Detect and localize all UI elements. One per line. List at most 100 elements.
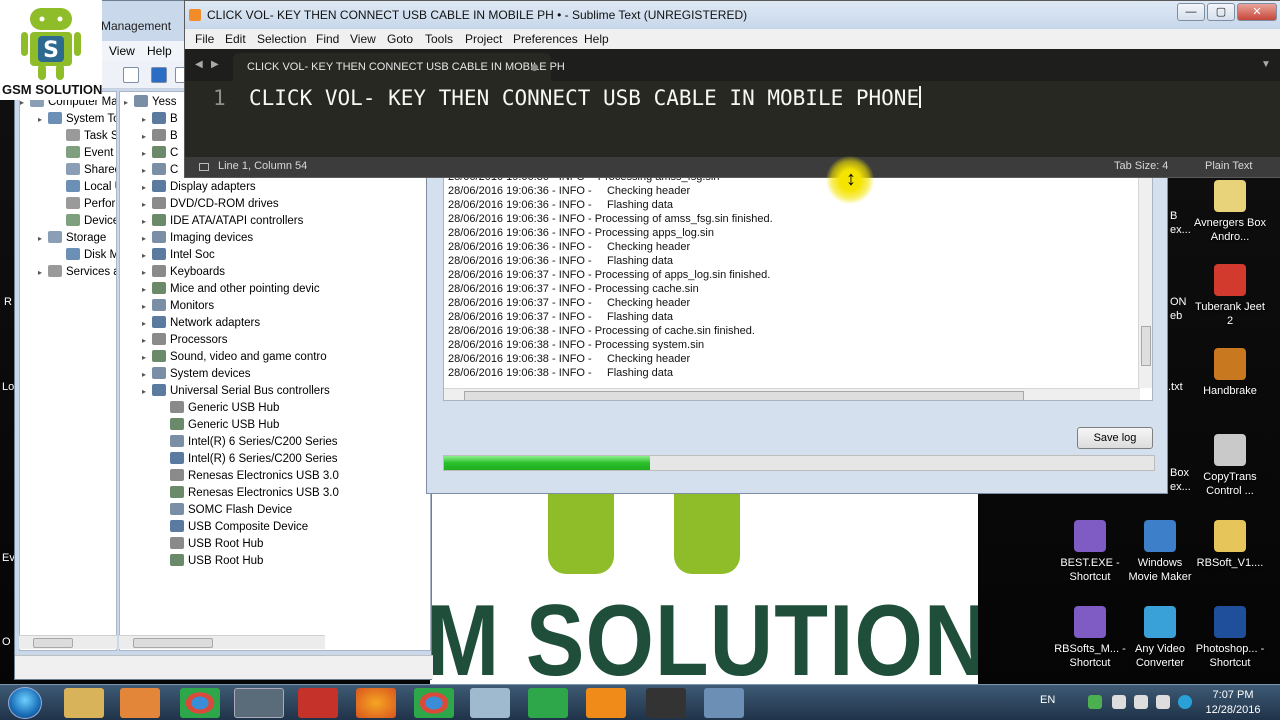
- tree-item[interactable]: ▸ Sound, video and game contro: [142, 349, 327, 366]
- tree-item[interactable]: USB Composite Device: [160, 519, 308, 536]
- tree-item[interactable]: ▸ DVD/CD-ROM drives: [142, 196, 279, 213]
- remote-icon[interactable]: [704, 688, 744, 718]
- menu-tools[interactable]: Tools: [425, 32, 453, 46]
- tree-item[interactable]: Task S: [56, 128, 116, 145]
- tree-item[interactable]: ▸ Keyboards: [142, 264, 225, 281]
- tree-item[interactable]: Intel(R) 6 Series/C200 Series: [160, 434, 338, 451]
- tray-app-icon[interactable]: [1178, 695, 1192, 709]
- expand-arrow-icon[interactable]: ▸: [38, 230, 48, 247]
- tree-item[interactable]: ▸ Yess: [124, 94, 177, 111]
- save-log-button[interactable]: Save log: [1077, 427, 1153, 449]
- tree-item[interactable]: Perfor: [56, 196, 115, 213]
- tab-size[interactable]: Tab Size: 4: [1114, 160, 1168, 172]
- expand-arrow-icon[interactable]: ▸: [124, 94, 134, 111]
- expand-arrow-icon[interactable]: ▸: [142, 230, 152, 247]
- menu-file[interactable]: File: [195, 32, 214, 46]
- tree-item[interactable]: ▸ C: [142, 162, 178, 179]
- tab-nav-right-icon[interactable]: ▶: [211, 59, 219, 70]
- expand-arrow-icon[interactable]: ▸: [142, 128, 152, 145]
- minimize-button[interactable]: —: [1177, 3, 1205, 21]
- explorer-icon[interactable]: [64, 688, 104, 718]
- desktop-icon-rbsoft[interactable]: RBSoft_V1....: [1194, 520, 1266, 570]
- list-icon[interactable]: [123, 67, 139, 83]
- tree-item[interactable]: ▸ B: [142, 128, 178, 145]
- editor-tab[interactable]: CLICK VOL- KEY THEN CONNECT USB CABLE IN…: [233, 53, 565, 81]
- expand-arrow-icon[interactable]: ▸: [142, 162, 152, 179]
- media-player-icon[interactable]: [120, 688, 160, 718]
- tree-item[interactable]: Event V: [56, 145, 116, 162]
- menu-view[interactable]: View: [109, 44, 135, 58]
- log-list[interactable]: 28/06/2016 19:06:36 - INFO - Processing …: [443, 175, 1153, 401]
- expand-arrow-icon[interactable]: ▸: [142, 298, 152, 315]
- tree-item[interactable]: ▸ Storage: [38, 230, 106, 247]
- expand-arrow-icon[interactable]: ▸: [142, 145, 152, 162]
- tree-item[interactable]: SOMC Flash Device: [160, 502, 292, 519]
- menu-view[interactable]: View: [350, 32, 376, 46]
- help-icon[interactable]: [151, 67, 167, 83]
- menu-help[interactable]: Help: [584, 32, 609, 46]
- battery-icon[interactable]: [1112, 695, 1126, 709]
- left-hscroll[interactable]: [19, 635, 117, 649]
- menu-goto[interactable]: Goto: [387, 32, 413, 46]
- expand-arrow-icon[interactable]: ▸: [142, 332, 152, 349]
- vlc-icon[interactable]: [586, 688, 626, 718]
- tab-nav-left-icon[interactable]: ◀: [195, 59, 203, 70]
- syntax-mode[interactable]: Plain Text: [1205, 160, 1253, 172]
- tree-item[interactable]: ▸ Processors: [142, 332, 228, 349]
- log-hscroll[interactable]: [444, 388, 1140, 400]
- expand-arrow-icon[interactable]: ▸: [142, 179, 152, 196]
- desktop-icon-avnergers[interactable]: Avnergers Box Andro...: [1194, 180, 1266, 244]
- tree-item[interactable]: ▸ Monitors: [142, 298, 214, 315]
- expand-arrow-icon[interactable]: ▸: [38, 264, 48, 281]
- menu-selection[interactable]: Selection: [257, 32, 306, 46]
- tree-item[interactable]: Renesas Electronics USB 3.0: [160, 485, 339, 502]
- chrome-icon[interactable]: [180, 688, 220, 718]
- tree-item[interactable]: Renesas Electronics USB 3.0: [160, 468, 339, 485]
- menu-project[interactable]: Project: [465, 32, 502, 46]
- maximize-button[interactable]: ▢: [1207, 3, 1235, 21]
- expand-arrow-icon[interactable]: ▸: [142, 315, 152, 332]
- tree-item[interactable]: USB Root Hub: [160, 553, 263, 570]
- firefox-icon[interactable]: [356, 688, 396, 718]
- flash-tool-icon[interactable]: [646, 688, 686, 718]
- tree-item[interactable]: ▸ Mice and other pointing devic: [142, 281, 320, 298]
- tree-item[interactable]: ▸ System devices: [142, 366, 251, 383]
- desktop-icon-movie-maker[interactable]: Windows Movie Maker: [1124, 520, 1196, 584]
- tree-item[interactable]: Disk M: [56, 247, 116, 264]
- tree-item[interactable]: ▸ Intel Soc: [142, 247, 215, 264]
- volume-icon[interactable]: [1156, 695, 1170, 709]
- tree-item[interactable]: USB Root Hub: [160, 536, 263, 553]
- expand-arrow-icon[interactable]: ▸: [142, 196, 152, 213]
- desktop-icon-any-video[interactable]: Any Video Converter: [1124, 606, 1196, 670]
- tab-dropdown-icon[interactable]: ▼: [1261, 59, 1271, 70]
- desktop-icon-handbrake[interactable]: Handbrake: [1194, 348, 1266, 398]
- tree-item[interactable]: Generic USB Hub: [160, 400, 279, 417]
- menu-preferences[interactable]: Preferences: [513, 32, 578, 46]
- expand-arrow-icon[interactable]: ▸: [142, 281, 152, 298]
- panel-toggle-icon[interactable]: [199, 163, 209, 171]
- tree-item[interactable]: Local U: [56, 179, 116, 196]
- desktop-icon-rbsofts[interactable]: RBSofts_M... - Shortcut: [1054, 606, 1126, 670]
- tree-item[interactable]: ▸ IDE ATA/ATAPI controllers: [142, 213, 303, 230]
- start-button[interactable]: [8, 687, 42, 719]
- expand-arrow-icon[interactable]: ▸: [142, 383, 152, 400]
- expand-arrow-icon[interactable]: ▸: [142, 366, 152, 383]
- clock[interactable]: 7:07 PM 12/28/2016: [1198, 688, 1268, 718]
- filezilla-icon[interactable]: [298, 688, 338, 718]
- network-tray-icon[interactable]: [1134, 695, 1148, 709]
- chrome-icon[interactable]: [414, 688, 454, 718]
- tree-item[interactable]: ▸ Network adapters: [142, 315, 260, 332]
- tree-item[interactable]: ▸ Services a: [38, 264, 116, 281]
- right-hscroll[interactable]: [119, 635, 325, 649]
- tray-icon[interactable]: [1088, 695, 1102, 709]
- tree-item[interactable]: Device: [56, 213, 116, 230]
- log-vscroll[interactable]: [1138, 176, 1152, 388]
- desktop-icon-best-exe[interactable]: BEST.EXE - Shortcut: [1054, 520, 1126, 584]
- tree-item[interactable]: ▸ B: [142, 111, 178, 128]
- desktop-icon-tuberank[interactable]: Tuberank Jeet 2: [1194, 264, 1266, 328]
- expand-arrow-icon[interactable]: ▸: [142, 247, 152, 264]
- menu-edit[interactable]: Edit: [225, 32, 246, 46]
- tree-item[interactable]: ▸ Imaging devices: [142, 230, 253, 247]
- expand-arrow-icon[interactable]: ▸: [142, 264, 152, 281]
- app-icon[interactable]: [528, 688, 568, 718]
